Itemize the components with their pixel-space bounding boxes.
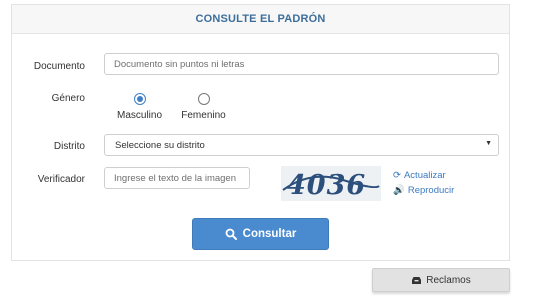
page-title: CONSULTE EL PADRÓN [195, 13, 326, 25]
verificador-label: Verificador [37, 174, 85, 185]
radio-masculino-button[interactable] [133, 93, 146, 105]
caret-down-icon: ▼ [485, 140, 492, 147]
documento-field[interactable] [104, 53, 499, 75]
inbox-icon [412, 276, 422, 284]
distrito-label: Distrito [53, 141, 85, 152]
reclamos-label: Reclamos [426, 274, 471, 286]
refresh-captcha-link[interactable]: ⟳ Actualizar [393, 170, 446, 181]
captcha-text: 4036 [287, 170, 366, 201]
refresh-label: Actualizar [403, 170, 446, 181]
genero-label: Género [51, 93, 85, 104]
radio-masculino-label: Masculino [116, 110, 163, 121]
distrito-select[interactable]: Seleccione su distrito ▼ [104, 134, 499, 156]
refresh-icon: ⟳ [393, 170, 401, 181]
reclamos-button[interactable]: Reclamos [372, 268, 510, 292]
search-icon [225, 228, 237, 240]
audio-captcha-link[interactable]: 🔊 Reproducir [393, 185, 454, 196]
audio-label: Reproducir [407, 185, 455, 196]
radio-femenino-label: Femenino [181, 110, 226, 121]
consultar-button[interactable]: Consultar [192, 218, 329, 250]
captcha-image: 4036 [281, 166, 381, 201]
consultar-label: Consultar [242, 228, 297, 240]
radio-femenino-button[interactable] [197, 93, 210, 105]
panel-header: CONSULTE EL PADRÓN [12, 5, 509, 34]
distrito-select-value: Seleccione su distrito [115, 139, 205, 151]
volume-icon: 🔊 [393, 185, 405, 196]
consulta-panel: CONSULTE EL PADRÓN Documento Género Masc… [11, 4, 510, 261]
radio-femenino[interactable]: Femenino [176, 93, 231, 121]
verificador-field[interactable] [104, 167, 250, 189]
documento-label: Documento [33, 61, 85, 72]
radio-masculino[interactable]: Masculino [112, 93, 167, 121]
